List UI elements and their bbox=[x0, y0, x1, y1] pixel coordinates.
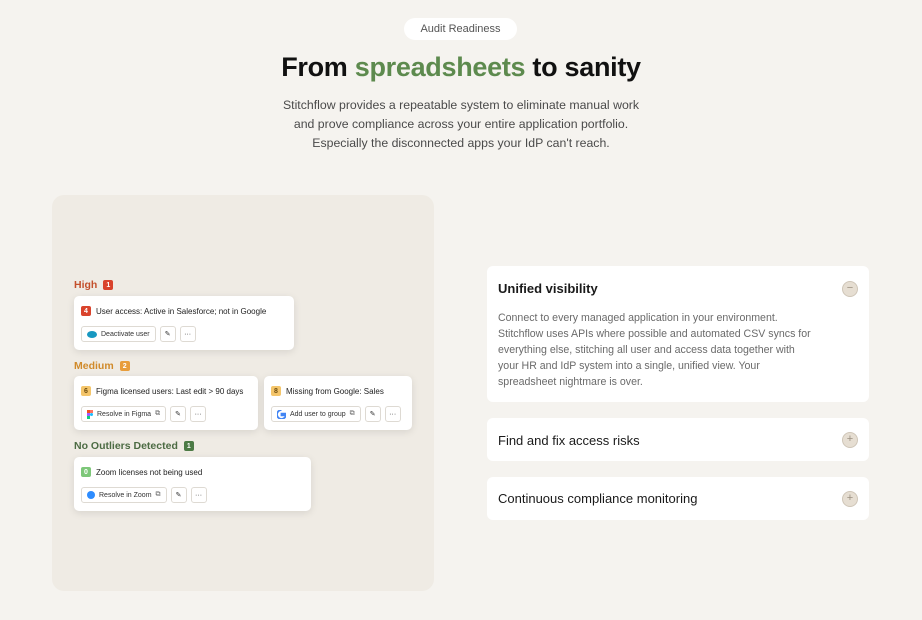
button-label: Resolve in Zoom bbox=[99, 491, 152, 499]
count-badge: 1 bbox=[183, 441, 194, 451]
accordion-item-unified-visibility[interactable]: Unified visibility − Connect to every ma… bbox=[487, 266, 869, 402]
edit-button[interactable]: ✎ bbox=[159, 326, 176, 342]
subtitle: Stitchflow provides a repeatable system … bbox=[0, 96, 922, 153]
outlier-card-figma: 6 Figma licensed users: Last edit > 90 d… bbox=[74, 376, 258, 430]
pencil-icon: ✎ bbox=[164, 331, 171, 338]
group-label-medium: Medium 2 bbox=[74, 360, 130, 372]
expand-icon[interactable]: + bbox=[842, 432, 858, 448]
button-label: Resolve in Figma bbox=[97, 410, 152, 418]
outlier-card-salesforce: 4 User access: Active in Salesforce; not… bbox=[74, 296, 294, 350]
subtitle-line: Especially the disconnected apps your Id… bbox=[312, 136, 610, 150]
count-badge: 1 bbox=[103, 280, 114, 290]
headline-accent: spreadsheets bbox=[354, 52, 526, 82]
button-label: Add user to group bbox=[290, 410, 346, 418]
external-link-icon: ⧉ bbox=[349, 410, 355, 417]
pencil-icon: ✎ bbox=[175, 492, 182, 499]
card-actions: Add user to group ⧉ ✎ ··· bbox=[271, 406, 405, 422]
subtitle-line: Stitchflow provides a repeatable system … bbox=[282, 98, 640, 112]
more-button[interactable]: ··· bbox=[179, 326, 196, 342]
group-label-text: High bbox=[74, 279, 98, 291]
accordion-item-find-fix[interactable]: Find and fix access risks + bbox=[487, 418, 869, 461]
edit-button[interactable]: ✎ bbox=[170, 487, 187, 503]
accordion-title: Continuous compliance monitoring bbox=[498, 491, 698, 506]
count-badge: 4 bbox=[81, 306, 91, 316]
body-line: Connect to every managed application in … bbox=[498, 312, 778, 324]
external-link-icon: ⧉ bbox=[155, 410, 161, 417]
add-user-to-group-button[interactable]: Add user to group ⧉ bbox=[271, 406, 361, 422]
accordion-title: Find and fix access risks bbox=[498, 433, 640, 448]
resolve-in-zoom-button[interactable]: Resolve in Zoom ⧉ bbox=[81, 487, 167, 503]
more-icon: ··· bbox=[194, 410, 202, 418]
accordion-title: Unified visibility bbox=[498, 281, 598, 296]
collapse-icon[interactable]: − bbox=[842, 281, 858, 297]
card-title: Figma licensed users: Last edit > 90 day… bbox=[96, 386, 244, 396]
count-badge: 2 bbox=[119, 361, 130, 371]
subtitle-line: and prove compliance across your entire … bbox=[293, 117, 629, 131]
body-line: everything else, stitching all user and … bbox=[498, 344, 795, 356]
card-title: Zoom licenses not being used bbox=[96, 467, 203, 477]
pencil-icon: ✎ bbox=[369, 411, 376, 418]
count-badge: 6 bbox=[81, 386, 91, 396]
section-pill: Audit Readiness bbox=[404, 18, 517, 40]
more-button[interactable]: ··· bbox=[190, 487, 207, 503]
group-label-high: High 1 bbox=[74, 279, 114, 291]
page-title: From spreadsheets to sanity bbox=[0, 52, 922, 83]
group-label-no-outliers: No Outliers Detected 1 bbox=[74, 440, 194, 452]
external-link-icon: ⧉ bbox=[155, 491, 161, 498]
card-title-row: 0 Zoom licenses not being used bbox=[81, 465, 304, 479]
expand-icon[interactable]: + bbox=[842, 491, 858, 507]
card-title-row: 6 Figma licensed users: Last edit > 90 d… bbox=[81, 384, 251, 398]
card-title: Missing from Google: Sales bbox=[286, 386, 384, 396]
accordion-item-continuous-compliance[interactable]: Continuous compliance monitoring + bbox=[487, 477, 869, 520]
more-icon: ··· bbox=[389, 410, 397, 418]
card-actions: Resolve in Figma ⧉ ✎ ··· bbox=[81, 406, 251, 422]
outliers-panel: High 1 4 User access: Active in Salesfor… bbox=[52, 195, 434, 591]
body-line: Stitchflow uses APIs where possible and … bbox=[498, 328, 811, 340]
google-icon bbox=[277, 409, 286, 419]
headline-post: to sanity bbox=[525, 52, 641, 82]
accordion-body: Connect to every managed application in … bbox=[498, 310, 843, 390]
zoom-icon bbox=[87, 491, 95, 499]
more-icon: ··· bbox=[184, 330, 192, 338]
edit-button[interactable]: ✎ bbox=[170, 406, 187, 422]
card-title-row: 8 Missing from Google: Sales bbox=[271, 384, 405, 398]
card-actions: Resolve in Zoom ⧉ ✎ ··· bbox=[81, 487, 304, 503]
edit-button[interactable]: ✎ bbox=[364, 406, 381, 422]
resolve-in-figma-button[interactable]: Resolve in Figma ⧉ bbox=[81, 406, 167, 422]
group-label-text: No Outliers Detected bbox=[74, 440, 178, 452]
more-button[interactable]: ··· bbox=[190, 406, 207, 422]
deactivate-user-button[interactable]: Deactivate user bbox=[81, 326, 156, 342]
pencil-icon: ✎ bbox=[175, 411, 182, 418]
body-line: your HR and IdP system into a single, un… bbox=[498, 360, 760, 372]
button-label: Deactivate user bbox=[101, 330, 150, 338]
card-title: User access: Active in Salesforce; not i… bbox=[96, 306, 267, 316]
headline-pre: From bbox=[281, 52, 355, 82]
group-label-text: Medium bbox=[74, 360, 114, 372]
salesforce-icon bbox=[87, 330, 97, 338]
count-badge: 8 bbox=[271, 386, 281, 396]
figma-icon bbox=[87, 409, 93, 419]
more-icon: ··· bbox=[195, 491, 203, 499]
outlier-card-zoom: 0 Zoom licenses not being used Resolve i… bbox=[74, 457, 311, 511]
outlier-card-google: 8 Missing from Google: Sales Add user to… bbox=[264, 376, 412, 430]
count-badge: 0 bbox=[81, 467, 91, 477]
more-button[interactable]: ··· bbox=[384, 406, 401, 422]
card-title-row: 4 User access: Active in Salesforce; not… bbox=[81, 304, 287, 318]
card-actions: Deactivate user ✎ ··· bbox=[81, 326, 287, 342]
body-line: spreadsheet nightmare is over. bbox=[498, 376, 643, 388]
